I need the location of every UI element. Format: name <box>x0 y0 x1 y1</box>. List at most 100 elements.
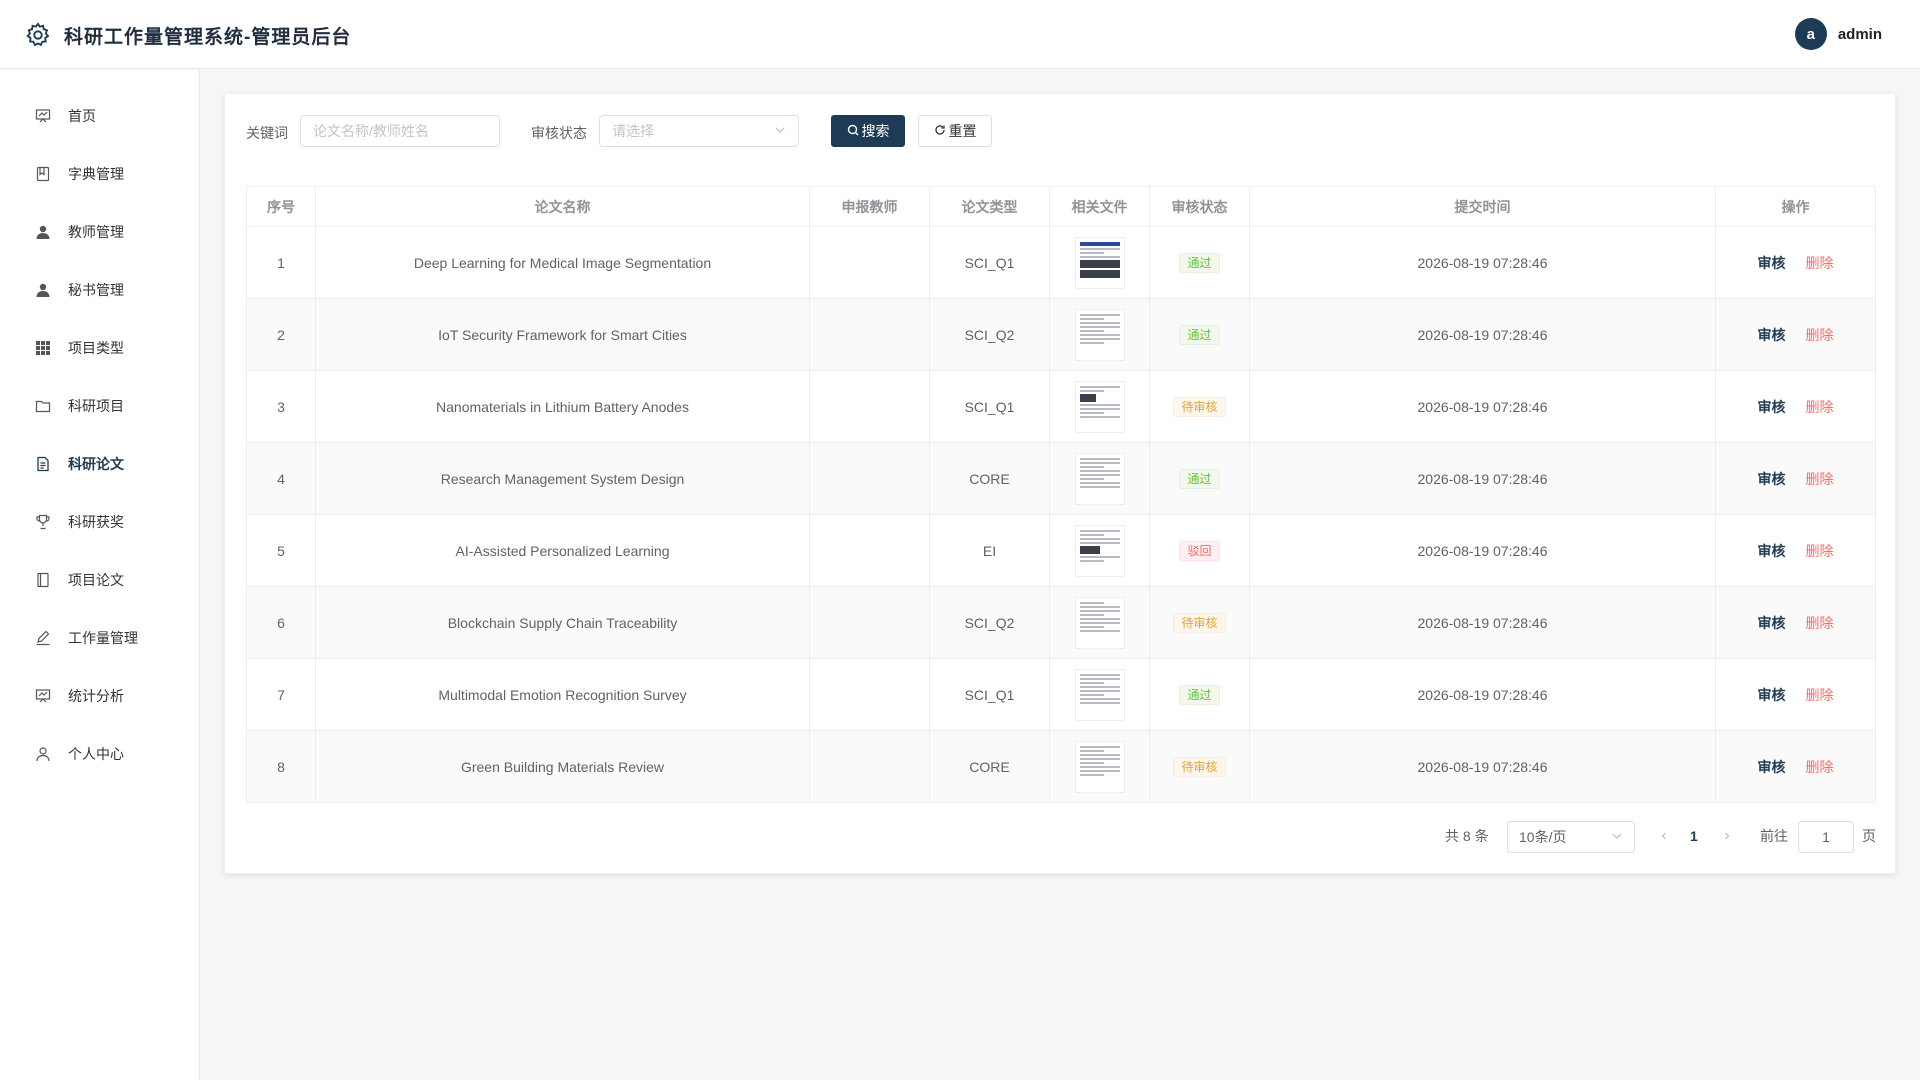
user-icon <box>34 223 52 241</box>
table-row: 6 Blockchain Supply Chain Traceability S… <box>246 586 1876 659</box>
sidebar-item-teachers[interactable]: 教师管理 <box>0 212 199 252</box>
sidebar-item-profile[interactable]: 个人中心 <box>0 734 199 774</box>
cell-time: 2026-08-19 07:28:46 <box>1249 442 1716 515</box>
username[interactable]: admin <box>1838 26 1882 43</box>
audit-button[interactable]: 审核 <box>1758 759 1786 775</box>
sidebar-item-workload[interactable]: 工作量管理 <box>0 618 199 658</box>
reset-button[interactable]: 重置 <box>918 115 992 147</box>
delete-button[interactable]: 删除 <box>1806 543 1834 559</box>
audit-button[interactable]: 审核 <box>1758 615 1786 631</box>
cell-status: 待审核 <box>1149 586 1250 659</box>
cell-index: 1 <box>246 226 316 299</box>
cell-title: Blockchain Supply Chain Traceability <box>315 586 810 659</box>
file-thumbnail[interactable] <box>1074 236 1125 289</box>
cell-actions: 审核 删除 <box>1715 226 1876 299</box>
document-icon <box>34 455 52 473</box>
book-icon <box>34 165 52 183</box>
cell-title: Nanomaterials in Lithium Battery Anodes <box>315 370 810 443</box>
cell-status: 通过 <box>1149 298 1250 371</box>
file-thumbnail[interactable] <box>1074 308 1125 361</box>
file-thumbnail[interactable] <box>1074 524 1125 577</box>
delete-button[interactable]: 删除 <box>1806 255 1834 271</box>
status-badge: 驳回 <box>1179 540 1220 561</box>
cell-title: Multimodal Emotion Recognition Survey <box>315 658 810 731</box>
next-page-button[interactable] <box>1722 820 1732 852</box>
cell-type: EI <box>929 514 1050 587</box>
cell-time: 2026-08-19 07:28:46 <box>1249 514 1716 587</box>
gear-icon <box>24 21 52 49</box>
audit-button[interactable]: 审核 <box>1758 399 1786 415</box>
cell-actions: 审核 删除 <box>1715 586 1876 659</box>
sidebar-item-label: 项目论文 <box>68 572 124 588</box>
page-size-select[interactable]: 10条/页 <box>1507 821 1635 853</box>
delete-button[interactable]: 删除 <box>1806 615 1834 631</box>
cell-time: 2026-08-19 07:28:46 <box>1249 586 1716 659</box>
column-header: 审核状态 <box>1149 186 1250 227</box>
column-header: 论文类型 <box>929 186 1050 227</box>
sidebar-item-label: 个人中心 <box>68 746 124 762</box>
sidebar-item-home[interactable]: 首页 <box>0 96 199 136</box>
edit-icon <box>34 629 52 647</box>
cell-index: 8 <box>246 730 316 803</box>
file-thumbnail[interactable] <box>1074 668 1125 721</box>
prev-page-button[interactable] <box>1659 820 1669 852</box>
status-badge: 通过 <box>1179 468 1220 489</box>
audit-button[interactable]: 审核 <box>1758 471 1786 487</box>
sidebar-item-statistics[interactable]: 统计分析 <box>0 676 199 716</box>
chevron-down-icon <box>774 123 786 139</box>
user-menu[interactable]: a admin <box>1794 18 1882 50</box>
sidebar-item-label: 科研项目 <box>68 398 124 414</box>
file-thumbnail[interactable] <box>1074 380 1125 433</box>
cell-type: SCI_Q1 <box>929 370 1050 443</box>
sidebar-item-project-types[interactable]: 项目类型 <box>0 328 199 368</box>
cell-actions: 审核 删除 <box>1715 514 1876 587</box>
sidebar-item-secretaries[interactable]: 秘书管理 <box>0 270 199 310</box>
sidebar-item-label: 字典管理 <box>68 166 124 182</box>
status-select[interactable]: 请选择 <box>599 115 799 147</box>
search-button-label: 搜索 <box>861 123 890 139</box>
goto-label: 前往 <box>1760 828 1788 844</box>
cell-status: 待审核 <box>1149 370 1250 443</box>
delete-button[interactable]: 删除 <box>1806 399 1834 415</box>
keyword-input[interactable] <box>300 115 500 147</box>
delete-button[interactable]: 删除 <box>1806 759 1834 775</box>
delete-button[interactable]: 删除 <box>1806 327 1834 343</box>
papers-table: 序号 论文名称 申报教师 论文类型 相关文件 审核状态 提交时间 操作 1 De… <box>246 186 1876 803</box>
status-badge: 待审核 <box>1173 396 1226 417</box>
sidebar-item-research-papers[interactable]: 科研论文 <box>0 444 199 484</box>
file-thumbnail[interactable] <box>1074 596 1125 649</box>
audit-button[interactable]: 审核 <box>1758 687 1786 703</box>
cell-title: AI-Assisted Personalized Learning <box>315 514 810 587</box>
sidebar-item-dictionary[interactable]: 字典管理 <box>0 154 199 194</box>
delete-button[interactable]: 删除 <box>1806 687 1834 703</box>
cell-teacher <box>809 730 930 803</box>
avatar[interactable]: a <box>1794 18 1827 50</box>
search-button[interactable]: 搜索 <box>831 115 905 147</box>
table-row: 2 IoT Security Framework for Smart Citie… <box>246 298 1876 371</box>
audit-button[interactable]: 审核 <box>1758 543 1786 559</box>
sidebar-item-label: 统计分析 <box>68 688 124 704</box>
status-badge: 通过 <box>1179 684 1220 705</box>
notebook-icon <box>34 571 52 589</box>
main-card: 关键词 审核状态 请选择 搜索 重置 序号 论文名称 申报教师 论文类型 相关文… <box>224 93 1896 874</box>
page-size-value: 10条/页 <box>1519 829 1567 845</box>
audit-button[interactable]: 审核 <box>1758 255 1786 271</box>
table-header-row: 序号 论文名称 申报教师 论文类型 相关文件 审核状态 提交时间 操作 <box>246 186 1876 227</box>
cell-status: 通过 <box>1149 442 1250 515</box>
column-header: 提交时间 <box>1249 186 1716 227</box>
goto-page-input[interactable] <box>1798 821 1854 853</box>
audit-button[interactable]: 审核 <box>1758 327 1786 343</box>
file-thumbnail[interactable] <box>1074 740 1125 793</box>
status-badge: 待审核 <box>1173 612 1226 633</box>
sidebar-item-label: 工作量管理 <box>68 630 138 646</box>
delete-button[interactable]: 删除 <box>1806 471 1834 487</box>
sidebar-item-label: 科研获奖 <box>68 514 124 530</box>
trophy-icon <box>34 513 52 531</box>
sidebar-item-project-papers[interactable]: 项目论文 <box>0 560 199 600</box>
cell-index: 4 <box>246 442 316 515</box>
dashboard-icon <box>34 107 52 125</box>
file-thumbnail[interactable] <box>1074 452 1125 505</box>
page-number-current[interactable]: 1 <box>1690 820 1698 852</box>
sidebar-item-research-awards[interactable]: 科研获奖 <box>0 502 199 542</box>
sidebar-item-research-projects[interactable]: 科研项目 <box>0 386 199 426</box>
